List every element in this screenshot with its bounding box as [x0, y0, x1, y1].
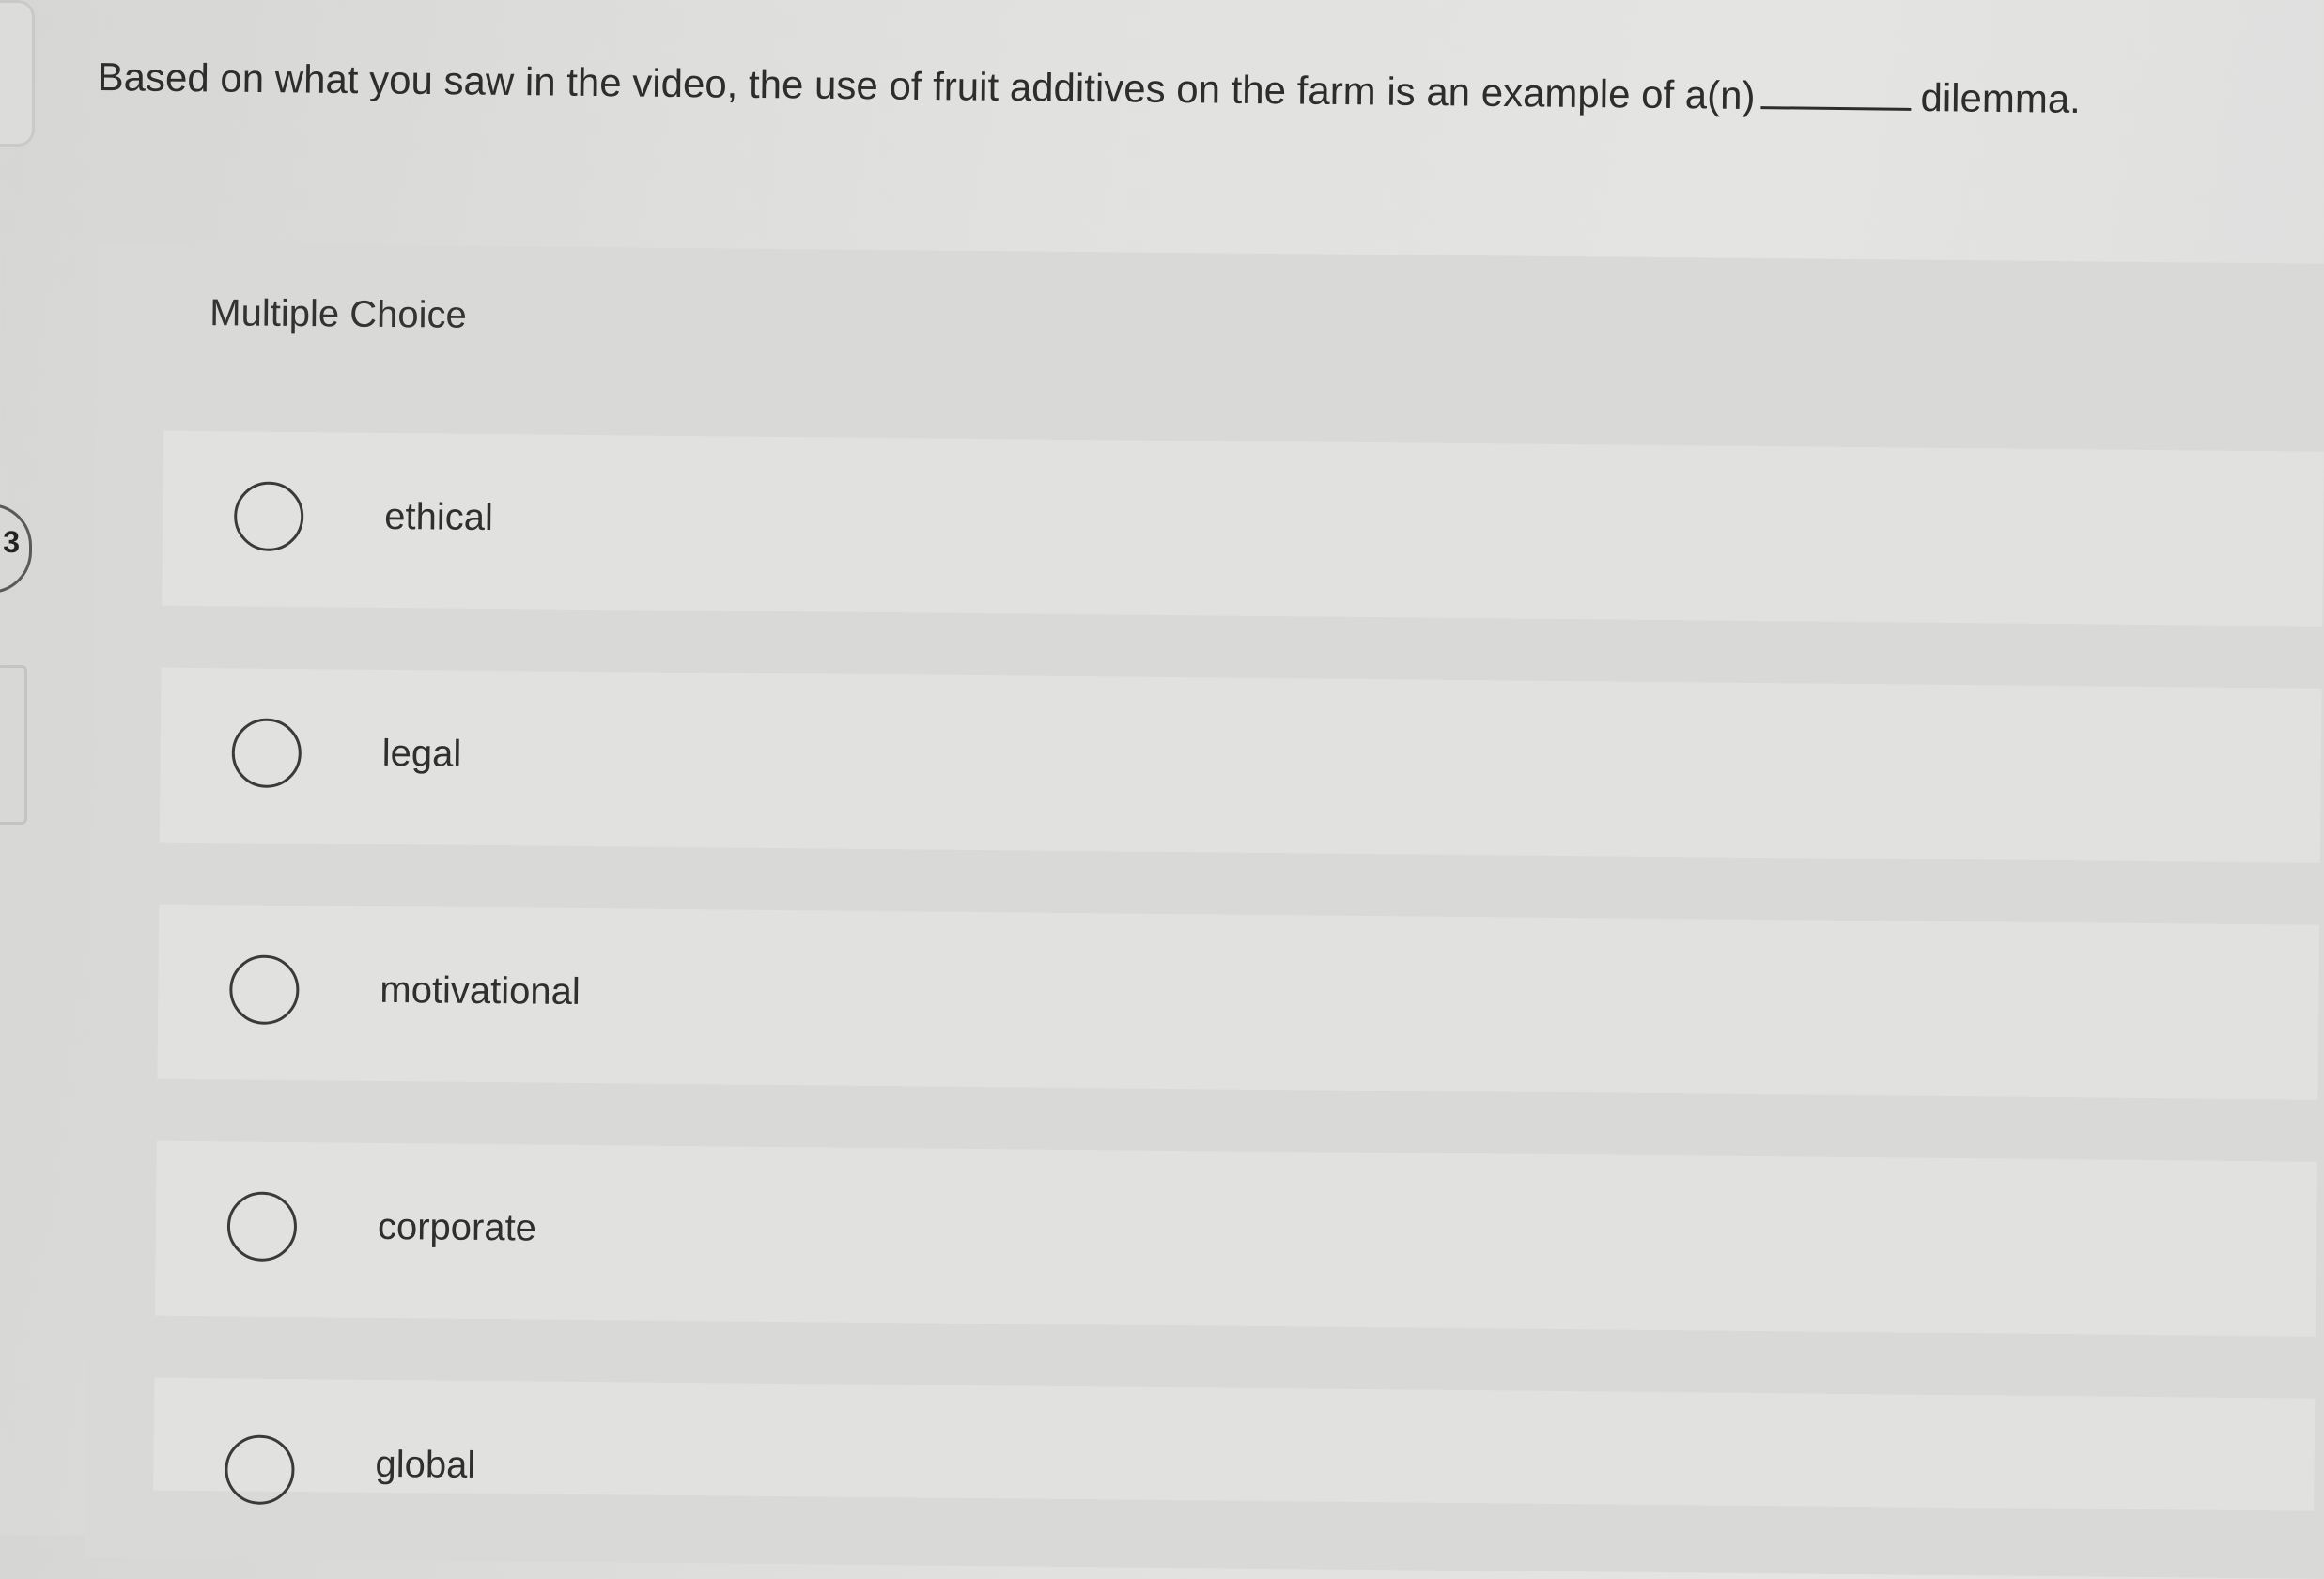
- option-motivational[interactable]: motivational: [157, 904, 2320, 1100]
- option-ethical[interactable]: ethical: [162, 430, 2324, 627]
- option-label: ethical: [384, 495, 494, 539]
- sidebar-box: [0, 665, 27, 825]
- answer-blank: [1760, 72, 1912, 111]
- option-corporate[interactable]: corporate: [155, 1140, 2317, 1337]
- option-legal[interactable]: legal: [159, 667, 2322, 863]
- radio-button[interactable]: [233, 481, 304, 552]
- multiple-choice-header: Multiple Choice: [209, 292, 467, 336]
- option-label: global: [375, 1443, 476, 1486]
- question-text-after: dilemma.: [1920, 75, 2082, 121]
- radio-button[interactable]: [229, 954, 300, 1026]
- question-number-badge[interactable]: 3: [0, 503, 32, 594]
- option-label: corporate: [377, 1205, 537, 1249]
- option-global[interactable]: global: [153, 1377, 2316, 1511]
- option-label: legal: [381, 732, 462, 775]
- sidebar-tab[interactable]: [0, 0, 35, 147]
- radio-button[interactable]: [225, 1434, 295, 1506]
- question-number: 3: [3, 525, 20, 559]
- multiple-choice-panel: Multiple Choice ethical legal motivation…: [85, 242, 2324, 1579]
- question-text-before: Based on what you saw in the video, the …: [97, 54, 1756, 118]
- radio-button[interactable]: [226, 1191, 298, 1262]
- options-list: ethical legal motivational corporate glo…: [153, 430, 2324, 1573]
- option-label: motivational: [380, 968, 581, 1013]
- question-prompt: Based on what you saw in the video, the …: [97, 49, 2315, 131]
- radio-button[interactable]: [231, 718, 302, 789]
